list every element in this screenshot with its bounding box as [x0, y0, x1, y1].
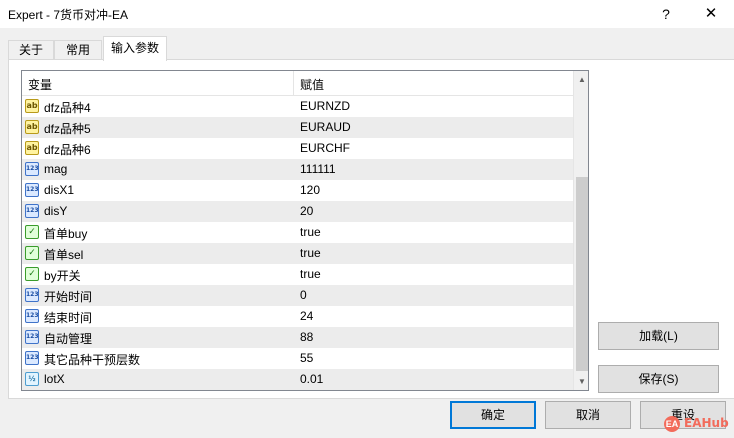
parameter-value[interactable]: true [300, 225, 321, 239]
parameter-name: disY [44, 204, 68, 218]
parameter-row[interactable]: 123 其它品种干预层数 55 [22, 348, 573, 369]
eahub-logo-icon: EA [664, 416, 680, 432]
parameter-row[interactable]: 123 disX1 120 [22, 180, 573, 201]
string-type-icon: ab [25, 120, 39, 134]
parameter-value[interactable]: 111111 [300, 162, 336, 176]
parameter-row[interactable]: ab dfz品种6 EURCHF [22, 138, 573, 159]
string-type-icon: ab [25, 99, 39, 113]
parameter-value[interactable]: 120 [300, 183, 320, 197]
parameter-row[interactable]: ✓ 首单sel true [22, 243, 573, 264]
save-button[interactable]: 保存(S) [598, 365, 719, 393]
parameter-name: 首单buy [44, 227, 88, 241]
scroll-down-icon[interactable]: ▼ [574, 373, 588, 390]
integer-type-icon: 123 [25, 330, 39, 344]
parameter-name: 自动管理 [44, 332, 93, 346]
column-divider[interactable] [293, 71, 294, 96]
string-type-icon: ab [25, 141, 39, 155]
cancel-button[interactable]: 取消 [545, 401, 631, 429]
grid-header: 变量 赋值 [22, 71, 573, 96]
parameter-name: lotX [44, 372, 65, 386]
parameter-name: 首单sel [44, 248, 84, 262]
boolean-type-icon: ✓ [25, 246, 39, 260]
boolean-type-icon: ✓ [25, 225, 39, 239]
parameter-name: 开始时间 [44, 290, 93, 304]
parameter-row[interactable]: ✓ by开关 true [22, 264, 573, 285]
parameter-value[interactable]: 88 [300, 330, 313, 344]
parameter-name: 结束时间 [44, 311, 93, 325]
watermark-text: EAHub [684, 416, 729, 430]
column-header-variable[interactable]: 变量 [28, 76, 52, 93]
scroll-thumb[interactable] [576, 177, 588, 371]
parameter-value[interactable]: 24 [300, 309, 313, 323]
parameter-row[interactable]: 123 结束时间 24 [22, 306, 573, 327]
integer-type-icon: 123 [25, 162, 39, 176]
parameter-row[interactable]: 123 自动管理 88 [22, 327, 573, 348]
integer-type-icon: 123 [25, 183, 39, 197]
integer-type-icon: 123 [25, 351, 39, 365]
parameter-row[interactable]: ab dfz品种4 EURNZD [22, 96, 573, 117]
tab-common[interactable]: 常用 [54, 40, 102, 60]
boolean-type-icon: ✓ [25, 267, 39, 281]
eahub-watermark: EA EAHub [664, 414, 729, 434]
column-header-value[interactable]: 赋值 [300, 76, 324, 93]
parameter-row[interactable]: ✓ 首单buy true [22, 222, 573, 243]
parameter-row[interactable]: 123 mag 111111 [22, 159, 573, 180]
scroll-up-icon[interactable]: ▲ [574, 71, 588, 88]
parameter-row[interactable]: ab dfz品种5 EURAUD [22, 117, 573, 138]
double-type-icon: ½ [25, 372, 39, 386]
integer-type-icon: 123 [25, 309, 39, 323]
integer-type-icon: 123 [25, 288, 39, 302]
parameter-value[interactable]: 20 [300, 204, 313, 218]
close-button[interactable]: ✕ [700, 3, 722, 25]
tab-about[interactable]: 关于 [8, 40, 54, 60]
parameter-name: disX1 [44, 183, 75, 197]
parameter-name: dfz品种4 [44, 101, 91, 115]
parameter-value[interactable]: 0.01 [300, 372, 323, 386]
parameter-name: dfz品种6 [44, 143, 91, 157]
tab-input-parameters[interactable]: 输入参数 [103, 36, 167, 61]
parameter-value[interactable]: true [300, 267, 321, 281]
parameter-value[interactable]: EURNZD [300, 99, 350, 113]
parameter-value[interactable]: true [300, 246, 321, 260]
parameter-value[interactable]: EURAUD [300, 120, 351, 134]
tab-panel: 变量 赋值 ab dfz品种4 EURNZD ab dfz品种5 EURAUD ab dfz品… [8, 59, 734, 399]
grid-rows: ab dfz品种4 EURNZD ab dfz品种5 EURAUD ab dfz品种6 EURC… [22, 96, 573, 390]
vertical-scrollbar[interactable]: ▲ ▼ [573, 71, 588, 390]
parameter-name: by开关 [44, 269, 81, 283]
ok-button[interactable]: 确定 [450, 401, 536, 429]
window-title: Expert - 7货币对冲-EA [8, 8, 129, 22]
parameter-value[interactable]: 0 [300, 288, 307, 302]
parameter-row[interactable]: 123 disY 20 [22, 201, 573, 222]
parameters-grid[interactable]: 变量 赋值 ab dfz品种4 EURNZD ab dfz品种5 EURAUD ab dfz品… [21, 70, 589, 391]
parameter-row[interactable]: 123 开始时间 0 [22, 285, 573, 306]
parameter-value[interactable]: EURCHF [300, 141, 350, 155]
parameter-name: 其它品种干预层数 [44, 353, 141, 367]
parameter-row[interactable]: ½ lotX 0.01 [22, 369, 573, 390]
help-button[interactable]: ? [656, 4, 676, 24]
parameter-name: dfz品种5 [44, 122, 91, 136]
title-bar: Expert - 7货币对冲-EA ? ✕ [0, 0, 734, 28]
load-button[interactable]: 加载(L) [598, 322, 719, 350]
integer-type-icon: 123 [25, 204, 39, 218]
parameter-value[interactable]: 55 [300, 351, 313, 365]
parameter-name: mag [44, 162, 68, 176]
